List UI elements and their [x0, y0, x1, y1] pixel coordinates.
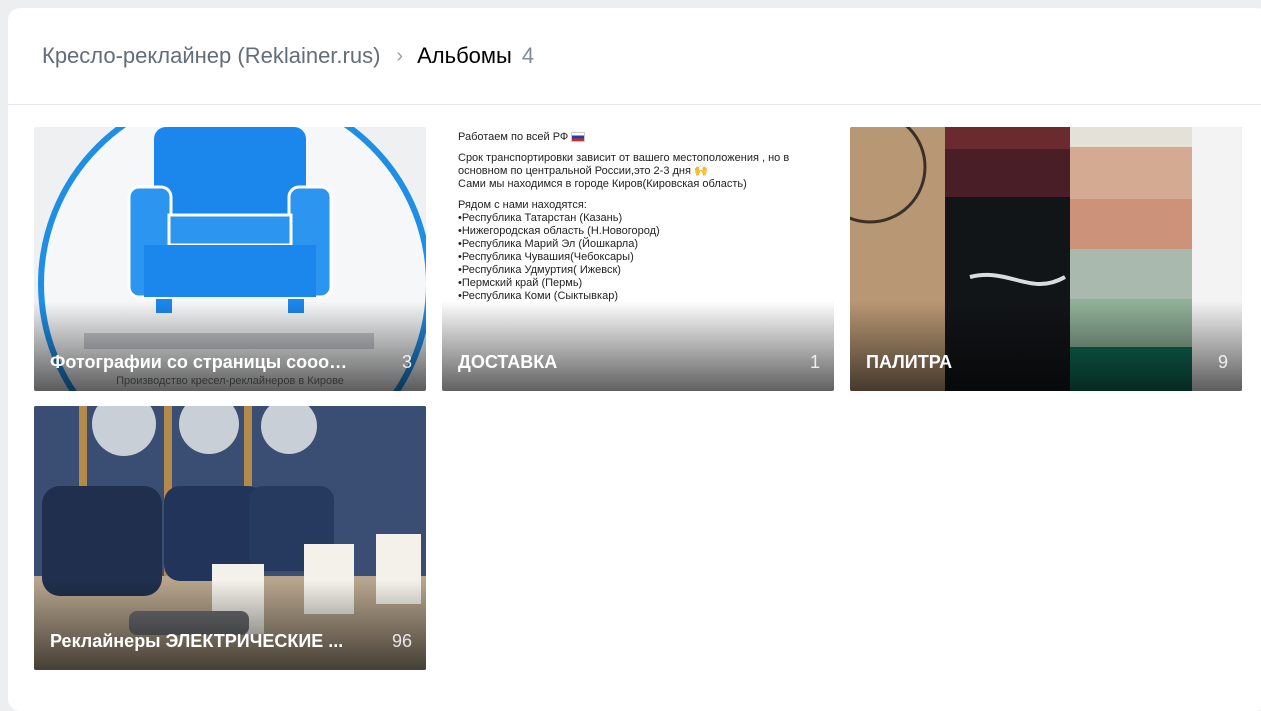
hands-emoji-icon: 🙌 — [694, 165, 708, 177]
cover-text-para: Рядом с нами находятся: — [458, 199, 587, 211]
album-shade — [850, 301, 1242, 391]
cover-text-list-item: •Республика Марий Эл (Йошкарла) — [458, 238, 639, 250]
album-card-photos[interactable]: Производство кресел-реклайнеров в Кирове… — [34, 127, 426, 391]
chevron-right-icon: › — [396, 44, 404, 67]
breadcrumb: Кресло-реклайнер (Reklainer.rus) › Альбо… — [8, 8, 1261, 105]
album-photo-count: 96 — [391, 631, 412, 651]
breadcrumb-group-link[interactable]: Кресло-реклайнер (Reklainer.rus) — [42, 43, 380, 69]
album-cover-subtitle: Производство кресел-реклайнеров в Кирове — [116, 375, 344, 387]
albums-count: 4 — [521, 43, 535, 68]
album-photo-count: 9 — [1217, 352, 1228, 372]
cover-text-list-item: •Нижегородская область (Н.Новогород) — [458, 225, 660, 237]
album-card-delivery[interactable]: Работаем по всей РФ Срок транспортировки… — [442, 127, 834, 391]
russia-flag-icon — [571, 132, 586, 143]
album-shade — [34, 580, 426, 670]
album-cover-text: Работаем по всей РФ Срок транспортировки… — [458, 131, 818, 303]
cover-text-line: Работаем по всей РФ — [458, 131, 569, 143]
album-shade — [442, 301, 834, 391]
album-title: Фотографии со страницы сооощ... — [50, 352, 355, 372]
album-title: ПАЛИТРА — [866, 352, 953, 372]
album-card-palette[interactable]: ПАЛИТРА 9 — [850, 127, 1242, 391]
album-title: Реклайнеры ЭЛЕКТРИЧЕСКИЕ ... — [50, 631, 344, 651]
album-photo-count: 3 — [401, 352, 412, 372]
album-title: ДОСТАВКА — [458, 352, 558, 372]
cover-text-list-item: •Пермский край (Пермь) — [458, 277, 583, 289]
cover-text-list-item: •Республика Чувашия(Чебоксары) — [458, 251, 634, 263]
cover-text-list-item: •Республика Татарстан (Казань) — [458, 212, 623, 224]
album-card-recliners[interactable]: Реклайнеры ЭЛЕКТРИЧЕСКИЕ ... 96 — [34, 406, 426, 670]
album-photo-count: 1 — [809, 352, 820, 372]
cover-text-para: Срок транспортировки зависит от вашего м… — [458, 152, 790, 177]
cover-text-list-item: •Республика Удмуртия( Ижевск) — [458, 264, 621, 276]
page-title: Альбомы — [417, 43, 512, 68]
cover-text-para: Сами мы находимся в городе Киров(Кировск… — [458, 178, 747, 190]
